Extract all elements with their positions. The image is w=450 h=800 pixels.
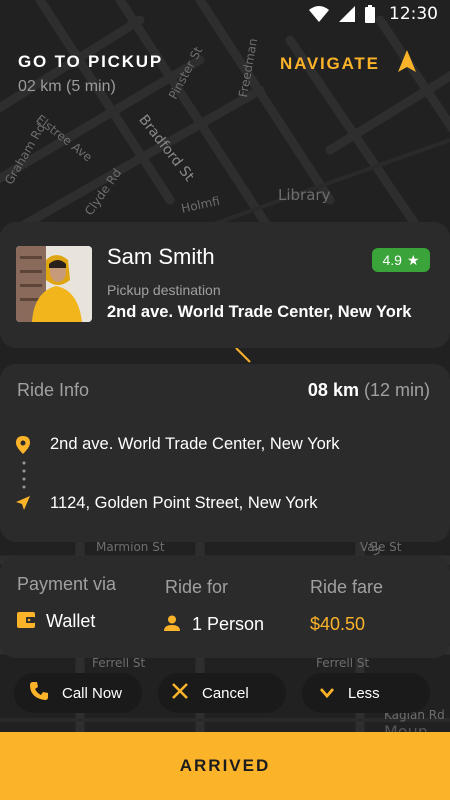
- payment-via-label: Payment via: [17, 574, 117, 594]
- ride-fare-label: Ride fare: [310, 577, 384, 597]
- pickup-label: Pickup destination: [107, 282, 221, 298]
- avatar: [16, 246, 92, 322]
- cancel-button[interactable]: Cancel: [158, 673, 286, 713]
- map-label-marmion: Marmion St: [96, 540, 165, 554]
- less-button[interactable]: Less: [302, 673, 430, 713]
- route-origin: 2nd ave. World Trade Center, New York: [50, 435, 340, 453]
- map-label-library: Library: [278, 186, 331, 204]
- route-connector: [22, 461, 26, 489]
- rating-badge: 4.9 ★: [372, 248, 430, 272]
- star-icon: ★: [406, 251, 420, 268]
- ride-for-value: 1 Person: [192, 614, 265, 634]
- person-icon: [164, 615, 180, 636]
- close-icon: [172, 683, 188, 703]
- wallet-icon: [17, 612, 35, 633]
- status-time: 12:30: [389, 4, 438, 24]
- arrived-button[interactable]: ARRIVED: [0, 732, 450, 800]
- battery-icon: [365, 5, 375, 23]
- payment-method: Wallet: [46, 611, 96, 631]
- route-destination: 1124, Golden Point Street, New York: [50, 494, 318, 512]
- ride-info-title: Ride Info: [17, 380, 90, 400]
- map-label-vale: Vale St: [360, 540, 402, 554]
- ride-for-label: Ride for: [165, 577, 229, 597]
- navigate-label: NAVIGATE: [280, 53, 380, 73]
- rating-value: 4.9: [382, 252, 402, 268]
- map-label-ferrell: Ferrell St: [92, 656, 146, 670]
- ride-fare-value: $40.50: [310, 614, 366, 634]
- pickup-address: 2nd ave. World Trade Center, New York: [107, 303, 412, 321]
- ride-duration: (12 min): [363, 380, 430, 400]
- driver-name: Sam Smith: [107, 244, 215, 269]
- payment-card: [0, 556, 450, 658]
- status-bar: 12:30: [0, 0, 450, 28]
- header-subtitle: 02 km (5 min): [18, 78, 116, 95]
- navigate-button[interactable]: NAVIGATE: [280, 50, 416, 77]
- call-now-button[interactable]: Call Now: [14, 673, 142, 713]
- navigation-arrow-icon: [397, 50, 416, 77]
- cancel-label: Cancel: [202, 684, 249, 702]
- less-label: Less: [348, 684, 380, 702]
- phone-icon: [30, 682, 48, 704]
- wifi-icon: [309, 6, 329, 22]
- navigation-arrow-icon: [16, 496, 30, 515]
- ride-distance: 08 km (12 min): [308, 380, 430, 401]
- header-title: GO TO PICKUP: [18, 52, 164, 71]
- chevron-down-icon: [319, 685, 335, 702]
- arrived-label: ARRIVED: [179, 756, 271, 775]
- location-pin-icon: [16, 436, 30, 459]
- call-now-label: Call Now: [62, 684, 123, 702]
- ride-distance-km: 08 km: [307, 380, 359, 400]
- signal-icon: [339, 6, 355, 22]
- map-label-ferrell-2: Ferrell St: [316, 656, 370, 670]
